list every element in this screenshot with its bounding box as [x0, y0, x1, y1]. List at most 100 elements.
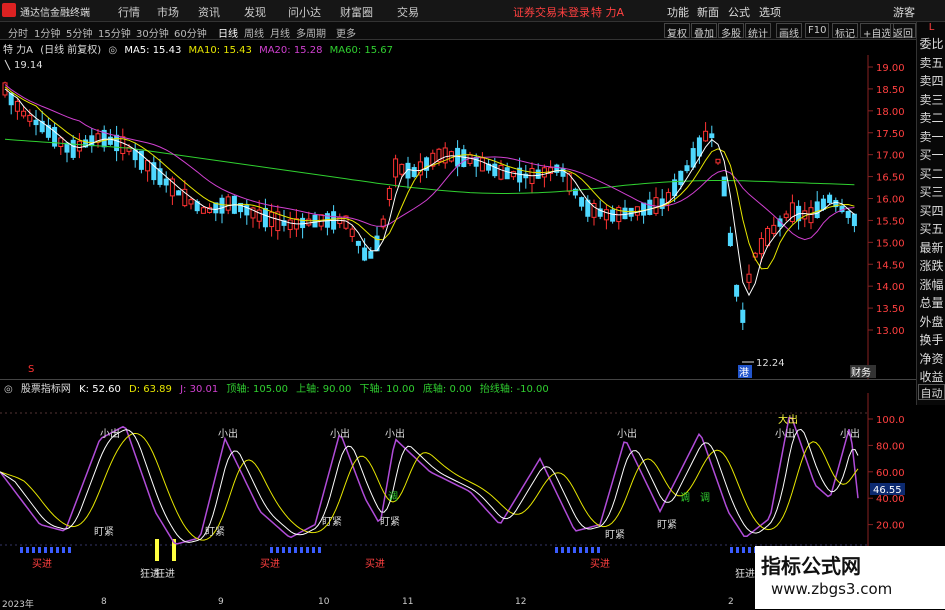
side-item[interactable]: 卖五 — [918, 54, 945, 71]
signal-label: 盯紧 — [605, 529, 625, 541]
side-item[interactable]: 卖三 — [918, 91, 945, 108]
candle-body — [219, 197, 225, 214]
statistics-button[interactable]: 统计 — [745, 23, 771, 40]
low-price-label: 12.24 — [756, 358, 785, 369]
period-30min[interactable]: 30分钟 — [136, 25, 169, 40]
period-15min[interactable]: 15分钟 — [98, 25, 131, 40]
period-5min[interactable]: 5分钟 — [66, 25, 92, 40]
side-item[interactable]: 卖一 — [918, 128, 945, 145]
menu-function[interactable]: 功能 — [667, 4, 689, 20]
period-multi[interactable]: 多周期 — [296, 25, 326, 40]
period-1min[interactable]: 1分钟 — [34, 25, 60, 40]
candle-body — [461, 149, 467, 168]
candle-body — [225, 196, 231, 211]
candle-body — [628, 207, 634, 217]
ind-tick-label: 100.0 — [876, 415, 905, 426]
candle-body — [690, 148, 696, 168]
multi-stock-button[interactable]: 多股 — [718, 23, 744, 40]
price-tick-label: 13.50 — [876, 304, 905, 315]
side-item[interactable]: 总量 — [918, 294, 945, 311]
buy-zone-bar — [567, 547, 570, 553]
period-daily[interactable]: 日线 — [218, 25, 238, 40]
signal-label: 盯紧 — [322, 516, 342, 528]
candle-body — [386, 187, 392, 201]
side-item[interactable]: 净资 — [918, 350, 945, 367]
menu-new-page[interactable]: 新面 — [697, 4, 719, 20]
guest-label[interactable]: 游客 — [893, 4, 915, 20]
draw-line-button[interactable]: 画线 — [776, 23, 802, 40]
menu-quotes[interactable]: 行情 — [118, 4, 140, 20]
indicator-legend: ◎ 股票指标网 K: 52.60 D: 63.89 J: 30.01 顶轴: 1… — [0, 379, 916, 395]
side-item[interactable]: 涨幅 — [918, 276, 945, 293]
side-item[interactable]: 买三 — [918, 183, 945, 200]
side-item[interactable]: 涨跌 — [918, 257, 945, 274]
buy-zone-bar — [730, 547, 733, 553]
side-item[interactable]: 换手 — [918, 331, 945, 348]
menu-discover[interactable]: 发现 — [244, 4, 266, 20]
price-axis: 19.00 18.50 18.00 17.50 17.00 16.50 16.00 15.50… — [868, 63, 905, 337]
side-item[interactable]: 卖二 — [918, 109, 945, 126]
candle-body — [603, 209, 609, 221]
f10-button[interactable]: F10 — [805, 23, 830, 38]
menu-wealth[interactable]: 财富圈 — [340, 4, 373, 20]
auto-button[interactable]: 自动 — [918, 384, 945, 400]
menu-trade[interactable]: 交易 — [397, 4, 419, 20]
price-tick-label: 19.00 — [876, 63, 905, 74]
date-label: 11 — [402, 597, 414, 607]
stock-name-title: 特 力A — [591, 6, 625, 19]
menu-news[interactable]: 资讯 — [198, 4, 220, 20]
side-item[interactable]: 买一 — [918, 146, 945, 163]
signal-label: 盯紧 — [205, 526, 225, 538]
period-monthly[interactable]: 月线 — [270, 25, 290, 40]
menu-ask[interactable]: 问小达 — [288, 4, 321, 20]
login-notice[interactable]: 证券交易未登录 — [513, 4, 590, 20]
side-item[interactable]: 买五 — [918, 220, 945, 237]
candle-body — [349, 228, 355, 237]
adjust-button[interactable]: 复权 — [664, 23, 690, 40]
buy-zone-bar — [62, 547, 65, 553]
side-item[interactable]: 买二 — [918, 165, 945, 182]
buy-zone-bar — [50, 547, 53, 553]
signal-label: 盯紧 — [380, 516, 400, 528]
side-item[interactable]: 外盘 — [918, 313, 945, 330]
menu-market[interactable]: 市场 — [157, 4, 179, 20]
candle-body — [163, 178, 169, 186]
buy-zone-bar — [294, 547, 297, 553]
price-chart[interactable]: 19.00 18.50 18.00 17.50 17.00 16.50 16.00 15.50… — [0, 55, 916, 379]
candle-body — [107, 136, 113, 145]
side-item[interactable]: 收益 — [918, 368, 945, 385]
buy-zone-bar — [736, 547, 739, 553]
candle-body — [368, 250, 374, 259]
back-button[interactable]: 返回 — [890, 23, 916, 40]
candle-body — [504, 167, 510, 180]
financial-tag[interactable]: 财务 — [851, 366, 871, 379]
k-line — [0, 428, 859, 543]
signal-label: 小出 — [775, 427, 795, 440]
menu-options[interactable]: 选项 — [759, 4, 781, 20]
side-label: L — [928, 22, 935, 33]
price-tick-label: 13.00 — [876, 326, 905, 337]
overlay-button[interactable]: 叠加 — [691, 23, 717, 40]
candle-body — [33, 119, 39, 126]
price-tick-label: 14.00 — [876, 282, 905, 293]
candle-body — [188, 199, 194, 205]
candle-body — [269, 211, 275, 228]
price-tick-label: 14.50 — [876, 260, 905, 271]
candle-body — [610, 209, 616, 222]
mark-button[interactable]: 标记 — [832, 23, 858, 40]
ind-tick-label: 80.00 — [876, 441, 905, 452]
buy-zone-bar — [555, 547, 558, 553]
candle-body — [814, 201, 820, 219]
period-tick[interactable]: 分时 — [8, 25, 28, 40]
buy-zone-bar — [591, 547, 594, 553]
side-item[interactable]: 委比 — [918, 35, 945, 52]
period-weekly[interactable]: 周线 — [244, 25, 264, 40]
app-title: 通达信金融终端 — [20, 8, 90, 19]
period-more[interactable]: 更多 — [336, 25, 356, 40]
side-item[interactable]: 最新 — [918, 239, 945, 256]
side-item[interactable]: 卖四 — [918, 72, 945, 89]
candle-body — [703, 130, 709, 142]
menu-formula[interactable]: 公式 — [728, 4, 750, 20]
side-item[interactable]: 买四 — [918, 202, 945, 219]
period-60min[interactable]: 60分钟 — [174, 25, 207, 40]
